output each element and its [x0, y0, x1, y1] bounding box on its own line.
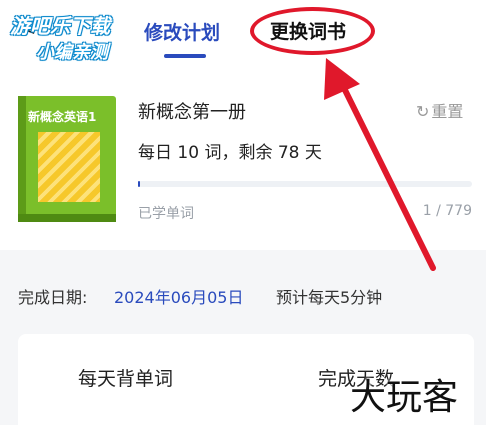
- active-tab-indicator: [164, 54, 206, 58]
- column-words-per-day: 每天背单词: [78, 368, 174, 390]
- watermark-bottom: 大玩客: [350, 377, 459, 418]
- book-base: [18, 214, 116, 222]
- finish-date-label: 完成日期:: [18, 288, 88, 307]
- highlight-circle: [250, 7, 375, 55]
- book-spine: [18, 96, 26, 222]
- learned-label: 已学单词: [138, 206, 194, 222]
- reset-button[interactable]: ↻ 重置: [416, 98, 463, 122]
- reset-label: 重置: [431, 102, 464, 121]
- daily-plan-text: 每日 10 词，剩余 78 天: [138, 143, 322, 163]
- tab-modify-plan[interactable]: 修改计划: [144, 18, 220, 45]
- progress-bar: [138, 181, 472, 187]
- finish-date-value: 2024年06月05日: [114, 288, 244, 307]
- daily-time-estimate: 预计每天5分钟: [276, 288, 383, 307]
- progress-fill: [138, 181, 140, 187]
- learned-count: 1 / 779: [422, 203, 472, 219]
- watermark-line2: 小编亲测: [36, 42, 108, 63]
- book-cover[interactable]: 新概念英语1: [18, 96, 116, 222]
- refresh-icon: ↻: [416, 102, 430, 121]
- watermark-line1: 游吧乐下载: [10, 14, 110, 38]
- book-cover-title: 新概念英语1: [28, 110, 97, 124]
- book-name: 新概念第一册: [138, 102, 246, 123]
- watermark-logo: 游吧乐下载 小编亲测: [6, 6, 136, 68]
- book-cover-pattern: [38, 132, 100, 202]
